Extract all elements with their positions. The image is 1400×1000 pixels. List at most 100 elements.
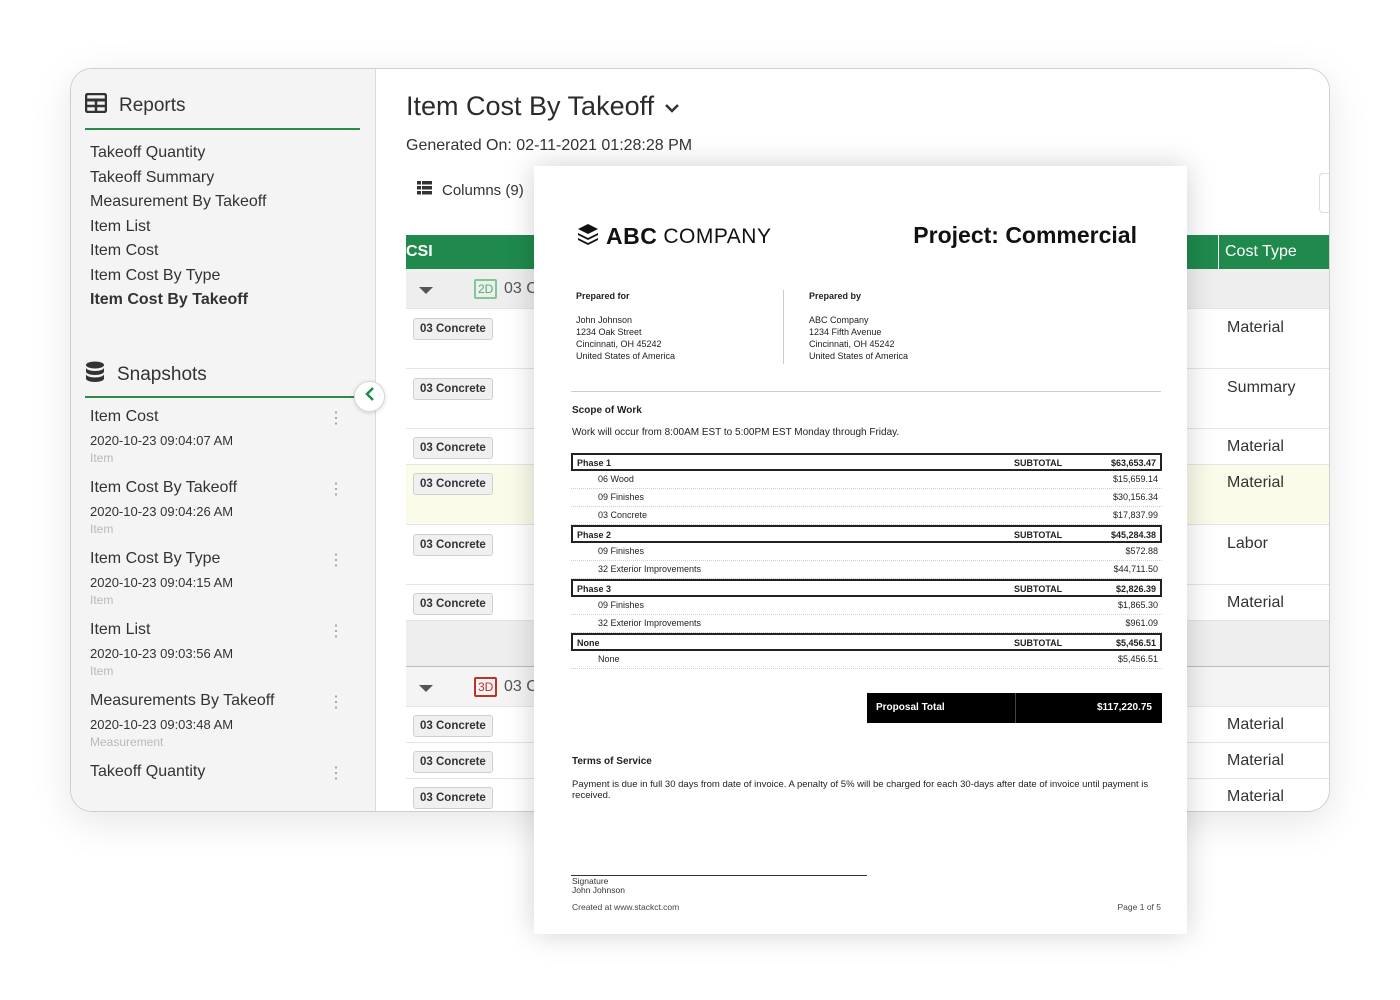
company-country: United States of America <box>809 351 909 361</box>
snapshot-title: Item Cost By Type <box>90 550 221 567</box>
phase-row: None SUBTOTAL $5,456.51 <box>571 633 1162 651</box>
snapshot-category: Item <box>90 522 114 536</box>
phase-name: None <box>577 638 600 648</box>
terms-text: Payment is due in full 30 days from date… <box>572 779 1149 801</box>
item-value: $17,837.99 <box>1112 510 1158 520</box>
more-options-icon[interactable]: ⋮ <box>328 624 344 640</box>
report-item[interactable]: Item Cost By Type <box>90 264 266 289</box>
snapshot-item[interactable]: Item Cost By Type 2020-10-23 09:04:15 AM… <box>90 549 360 620</box>
report-item[interactable]: Takeoff Quantity <box>90 141 266 166</box>
company-city: Cincinnati, OH 45242 <box>809 339 895 349</box>
report-list: Takeoff Quantity Takeoff Summary Measure… <box>90 141 266 313</box>
more-options-icon[interactable]: ⋮ <box>328 553 344 569</box>
generated-on: Generated On: 02-11-2021 01:28:28 PM <box>406 137 693 154</box>
item-value: $1,865.30 <box>1117 600 1158 610</box>
snapshot-item[interactable]: Item Cost 2020-10-23 09:04:07 AM Item ⋮ <box>90 407 360 478</box>
item-name: 32 Exterior Improvements <box>598 618 702 628</box>
report-item[interactable]: Measurement By Takeoff <box>90 190 266 215</box>
item-name: 32 Exterior Improvements <box>598 564 702 574</box>
signature-name: John Johnson <box>572 885 625 895</box>
subtotal-value: $5,456.51 <box>1115 638 1156 648</box>
chevron-down-icon[interactable] <box>664 91 680 122</box>
snapshot-list: Item Cost 2020-10-23 09:04:07 AM Item ⋮ … <box>90 407 360 811</box>
cost-type-cell: Material <box>1227 752 1284 769</box>
columns-button[interactable]: Columns (9) <box>417 181 524 199</box>
reports-header: Reports <box>84 92 186 118</box>
prepared-for-heading: Prepared for <box>576 291 630 301</box>
reports-title: Reports <box>119 94 186 116</box>
terms-heading: Terms of Service <box>572 756 652 767</box>
snapshot-title: Takeoff Quantity <box>90 763 206 780</box>
logo-text-bold: ABC <box>606 223 658 249</box>
subtotal-value: $2,826.39 <box>1115 584 1156 594</box>
more-options-icon[interactable]: ⋮ <box>328 411 344 427</box>
toolbar-button-edge[interactable] <box>1319 173 1329 213</box>
company-logo: ABC COMPANY <box>576 222 771 251</box>
more-options-icon[interactable]: ⋮ <box>328 482 344 498</box>
phase-name: Phase 1 <box>577 458 612 468</box>
client-city: Cincinnati, OH 45242 <box>576 339 662 349</box>
caret-down-icon[interactable] <box>419 287 433 294</box>
snapshot-category: Item <box>90 593 114 607</box>
snapshot-date: 2020-10-23 09:04:15 AM <box>90 575 234 590</box>
phase-row: Phase 3 SUBTOTAL $2,826.39 <box>571 579 1162 597</box>
item-name: None <box>598 654 620 664</box>
report-item[interactable]: Item Cost <box>90 239 266 264</box>
phase-item-row: 09 Finishes $1,865.30 <box>571 597 1162 615</box>
sidebar: Reports Takeoff Quantity Takeoff Summary… <box>71 69 376 811</box>
columns-label: Columns (9) <box>442 181 524 199</box>
report-item-active[interactable]: Item Cost By Takeoff <box>90 288 266 313</box>
snapshot-item[interactable]: Measurements By Takeoff 2020-10-23 09:03… <box>90 691 360 762</box>
item-value: $5,456.51 <box>1117 654 1158 664</box>
report-title-text: Item Cost By Takeoff <box>406 91 655 121</box>
more-options-icon[interactable]: ⋮ <box>328 766 344 782</box>
client-street: 1234 Oak Street <box>576 327 642 337</box>
proposal-total-label: Proposal Total <box>876 702 945 713</box>
report-item[interactable]: Item List <box>90 215 266 240</box>
signature-block: Signature John Johnson <box>572 877 625 895</box>
snapshot-date: 2020-10-23 09:03:56 AM <box>90 646 234 661</box>
subtotal-value: $63,653.47 <box>1110 458 1156 468</box>
report-title[interactable]: Item Cost By Takeoff <box>406 91 680 122</box>
snapshot-item[interactable]: Item List 2020-10-23 09:03:56 AM Item ⋮ <box>90 620 360 691</box>
snapshot-item[interactable]: Item Cost By Takeoff 2020-10-23 09:04:26… <box>90 478 360 549</box>
phase-table: Phase 1 SUBTOTAL $63,653.47 06 Wood $15,659.… <box>571 453 1162 669</box>
cost-type-cell: Material <box>1227 438 1284 455</box>
cost-type-cell: Material <box>1227 716 1284 733</box>
snapshots-divider <box>85 396 360 398</box>
snapshot-title: Item Cost By Takeoff <box>90 479 238 496</box>
item-name: 03 Concrete <box>598 510 648 520</box>
reports-divider <box>85 128 360 130</box>
item-value: $572.88 <box>1125 546 1158 556</box>
report-item[interactable]: Takeoff Summary <box>90 166 266 191</box>
cost-type-cell: Material <box>1227 319 1284 336</box>
client-country: United States of America <box>576 351 676 361</box>
collapse-sidebar-button[interactable] <box>354 381 385 412</box>
item-name: 09 Finishes <box>598 546 645 556</box>
company-name: ABC Company <box>809 315 869 325</box>
more-options-icon[interactable]: ⋮ <box>328 695 344 711</box>
column-header-csi[interactable]: CSI <box>406 243 433 261</box>
phase-item-row: 09 Finishes $30,156.34 <box>571 489 1162 507</box>
2d-badge-icon: 2D <box>474 279 498 299</box>
caret-down-icon[interactable] <box>419 685 433 692</box>
proposal-total-value: $117,220.75 <box>1096 702 1152 713</box>
section-divider <box>571 391 1161 392</box>
phase-item-row: None $5,456.51 <box>571 651 1162 669</box>
item-name: 09 Finishes <box>598 492 645 502</box>
column-header-cost-type[interactable]: Cost Type <box>1218 235 1297 269</box>
scope-heading: Scope of Work <box>572 405 642 416</box>
address-divider <box>783 290 784 364</box>
cost-type-cell: Material <box>1227 788 1284 805</box>
cost-type-cell: Material <box>1227 594 1284 611</box>
csi-tag: 03 Concrete <box>413 437 493 459</box>
item-value: $961.09 <box>1125 618 1158 628</box>
project-title: Project: Commercial <box>913 222 1137 248</box>
item-value: $15,659.14 <box>1112 474 1158 484</box>
list-icon <box>417 181 432 199</box>
snapshot-item[interactable]: Takeoff Quantity ⋮ <box>90 762 360 811</box>
snapshot-title: Measurements By Takeoff <box>90 692 275 709</box>
cost-type-cell: Material <box>1227 474 1284 491</box>
snapshot-category: Item <box>90 664 114 678</box>
3d-badge-icon: 3D <box>474 677 498 697</box>
